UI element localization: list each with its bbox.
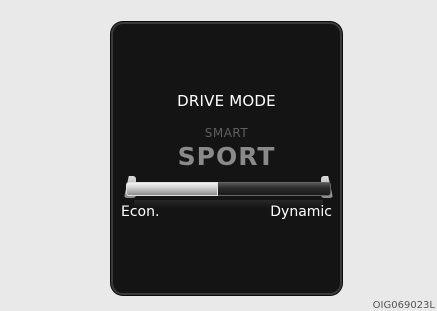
econ-label: Econ. xyxy=(121,204,160,220)
current-mode-label: SPORT xyxy=(177,142,276,171)
slider-fill xyxy=(126,182,219,196)
figure-code: OIG069023L xyxy=(372,300,435,311)
drive-mode-title: DRIVE MODE xyxy=(177,92,276,110)
dynamic-label: Dynamic xyxy=(270,204,332,220)
smart-label: SMART xyxy=(204,126,249,140)
drive-mode-display: DRIVE MODE SMART SPORT Econ. Dynamic xyxy=(111,22,342,295)
